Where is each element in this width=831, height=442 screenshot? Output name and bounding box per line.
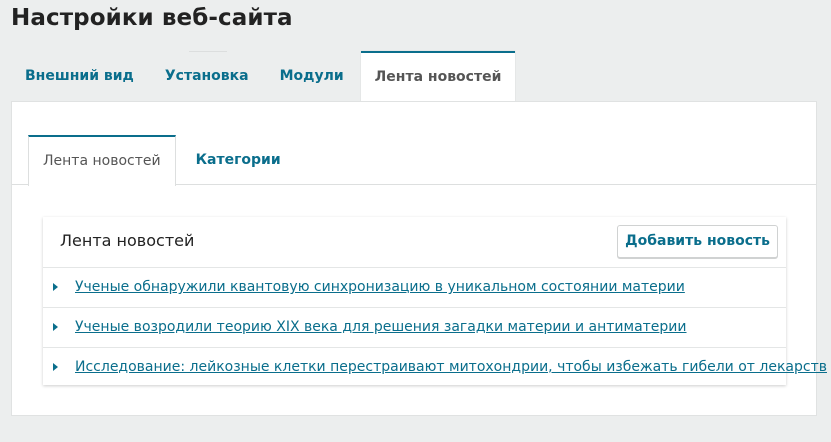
caret-right-icon[interactable] bbox=[53, 283, 58, 291]
news-list: Ученые обнаружили квантовую синхронизаци… bbox=[43, 268, 827, 388]
page-title: Настройки веб-сайта bbox=[11, 5, 293, 31]
caret-right-icon[interactable] bbox=[53, 363, 58, 371]
news-item-link[interactable]: Ученые возродили теорию XIX века для реш… bbox=[75, 319, 687, 335]
tab-appearance[interactable]: Внешний вид bbox=[11, 51, 151, 102]
news-item-link[interactable]: Исследование: лейкозные клетки перестраи… bbox=[75, 359, 827, 375]
news-card-title: Лента новостей bbox=[60, 231, 195, 250]
list-item: Исследование: лейкозные клетки перестраи… bbox=[43, 348, 827, 388]
list-item: Ученые обнаружили квантовую синхронизаци… bbox=[43, 268, 786, 308]
add-news-button[interactable]: Добавить новость bbox=[617, 225, 778, 258]
subtab-categories[interactable]: Категории bbox=[176, 135, 299, 185]
outer-tab-bar: Внешний вид Установка Модули Лента новос… bbox=[11, 51, 516, 102]
tab-setup-label: Установка bbox=[164, 68, 249, 84]
caret-right-icon[interactable] bbox=[53, 323, 58, 331]
subtab-news-feed[interactable]: Лента новостей bbox=[28, 135, 176, 186]
inner-tab-bar: Лента новостей Категории bbox=[12, 135, 816, 186]
tab-plugins[interactable]: Модули bbox=[266, 51, 361, 102]
news-item-link[interactable]: Ученые обнаружили квантовую синхронизаци… bbox=[75, 279, 685, 295]
news-list-card: Лента новостей Добавить новость Ученые о… bbox=[43, 217, 827, 388]
tab-divider bbox=[189, 51, 228, 52]
list-item: Ученые возродили теорию XIX века для реш… bbox=[43, 308, 786, 348]
news-card-header: Лента новостей Добавить новость bbox=[43, 217, 786, 268]
settings-panel: Лента новостей Категории Лента новостей … bbox=[11, 101, 827, 416]
tab-setup[interactable]: Установка bbox=[151, 51, 266, 102]
tab-news-feed[interactable]: Лента новостей bbox=[360, 51, 516, 102]
